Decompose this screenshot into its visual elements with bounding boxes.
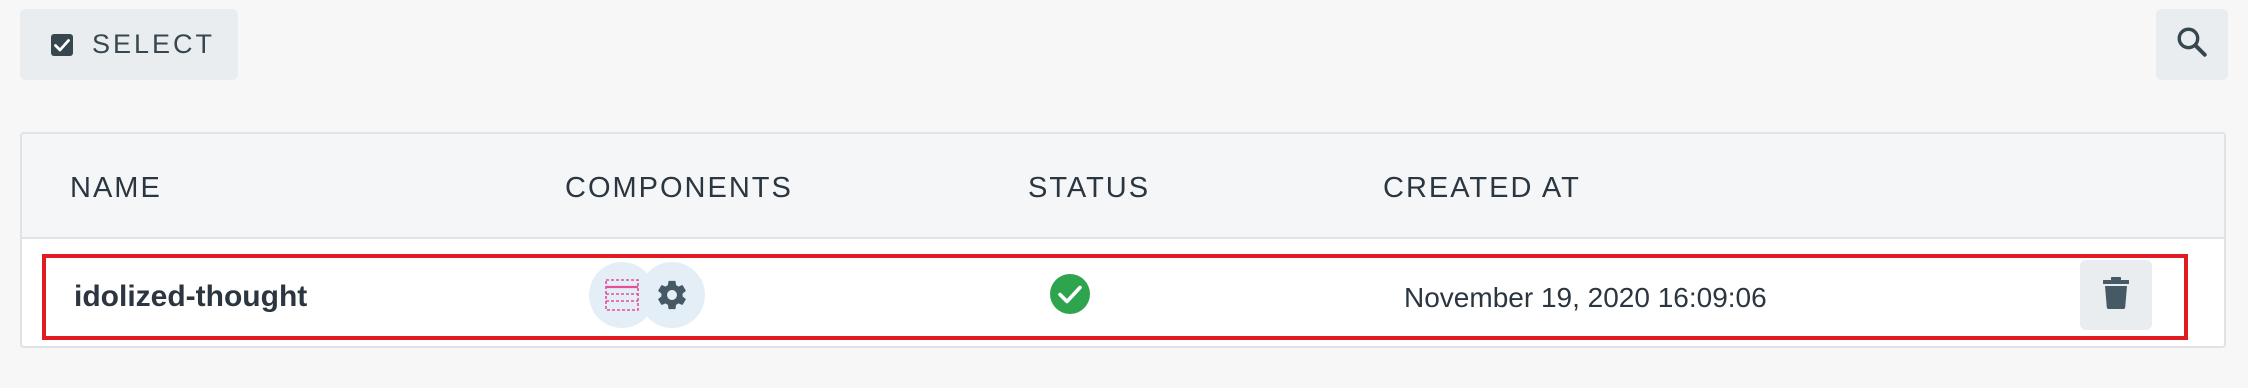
select-button[interactable]: SELECT <box>20 9 238 80</box>
gear-icon <box>639 262 705 328</box>
table-header: NAME COMPONENTS STATUS CREATED AT <box>22 134 2224 239</box>
column-header-components: COMPONENTS <box>565 172 793 204</box>
search-icon <box>2175 25 2209 64</box>
select-button-label: SELECT <box>92 29 216 59</box>
search-button[interactable] <box>2156 9 2228 80</box>
deployments-table: NAME COMPONENTS STATUS CREATED AT idoliz… <box>20 132 2226 348</box>
row-created-at: November 19, 2020 16:09:06 <box>1404 282 1767 313</box>
delete-button[interactable] <box>2080 260 2152 330</box>
table-row[interactable]: idolized-thought November 19, 2020 16:09… <box>42 254 2188 340</box>
status-success-icon <box>1049 273 1091 315</box>
column-header-name: NAME <box>70 172 162 204</box>
toolbar: SELECT <box>0 0 2248 100</box>
trash-icon <box>2102 276 2130 314</box>
row-name[interactable]: idolized-thought <box>74 280 307 314</box>
column-header-created-at: CREATED AT <box>1383 172 1581 204</box>
column-header-status: STATUS <box>1028 172 1151 204</box>
checkbox-icon <box>50 33 74 57</box>
